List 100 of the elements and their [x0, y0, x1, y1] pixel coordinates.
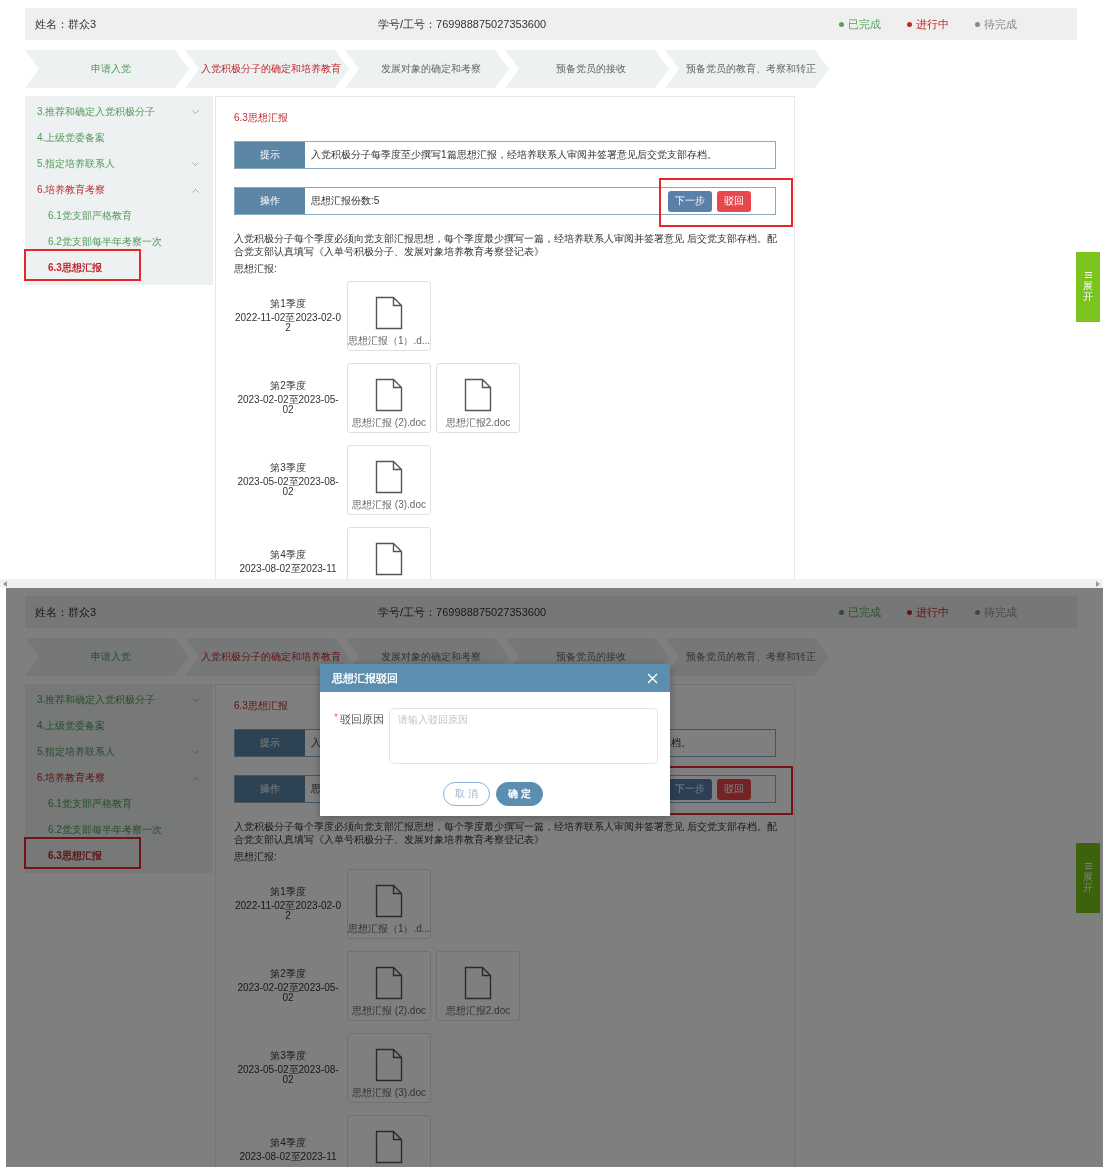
right-arrow-icon: [1096, 580, 1100, 587]
sidebar-subitem[interactable]: 6.3思想汇报: [25, 255, 213, 281]
sidebar-item[interactable]: 4.上级党委备案: [25, 125, 213, 151]
legend-label: 已完成: [848, 16, 881, 32]
quarter-name: 第4季度: [270, 1138, 306, 1148]
legend-label: 进行中: [916, 604, 949, 620]
reports-label: 思想汇报:: [234, 850, 278, 864]
file-card[interactable]: 思想汇报 (3).doc: [347, 1033, 431, 1103]
quarter-name: 第4季度: [270, 550, 306, 560]
left-arrow-icon: [3, 580, 7, 587]
sidebar-subitem[interactable]: 6.1党支部严格教育: [25, 203, 213, 229]
file-card[interactable]: 思想汇报 (2).doc: [347, 363, 431, 433]
reject-button[interactable]: 驳回: [717, 190, 751, 212]
progress-step[interactable]: 入党积极分子的确定和培养教育: [185, 50, 349, 88]
document-icon: [375, 378, 403, 412]
document-icon: [375, 460, 403, 494]
student-name: 姓名：群众3: [35, 16, 98, 32]
file-name: 思想汇报2.doc: [445, 416, 511, 430]
quarter-range: 2023-02-02至2023-05-02: [236, 983, 340, 1003]
hint-label: 提示: [235, 142, 305, 168]
file-name: 思想汇报 (2).doc: [352, 1004, 426, 1018]
legend-label: 待完成: [984, 16, 1017, 32]
expand-tab[interactable]: 展开: [1076, 252, 1100, 322]
file-card[interactable]: 思想汇报 (3).doc: [347, 445, 431, 515]
document-icon: [464, 378, 492, 412]
quarter-range: 2023-08-02至2023-11: [238, 1152, 338, 1162]
chevron-icon: [192, 187, 199, 193]
sidebar-item[interactable]: 5.指定培养联系人: [25, 739, 213, 765]
file-name: 思想汇报（1）.d...: [347, 922, 431, 936]
quarter-range: 2023-05-02至2023-08-02: [236, 1065, 340, 1085]
reports-label: 思想汇报:: [234, 262, 278, 276]
hint-text: 入: [311, 736, 321, 750]
student-name: 姓名：群众3: [35, 604, 98, 620]
document-icon: [375, 884, 403, 918]
document-icon: [375, 1130, 403, 1164]
file-name: 思想汇报 (3).doc: [352, 498, 426, 512]
progress-step[interactable]: 预备党员的教育、考察和转正: [665, 50, 829, 88]
quarter-range: 2023-02-02至2023-05-02: [236, 395, 340, 415]
progress-step[interactable]: 申请入党: [25, 638, 189, 676]
report-count: 思: [311, 782, 321, 796]
document-icon: [375, 966, 403, 1000]
document-icon: [375, 296, 403, 330]
operation-label: 操作: [235, 188, 305, 214]
file-card[interactable]: 思想汇报（1）.d...: [347, 869, 431, 939]
sidebar-item[interactable]: 3.推荐和确定入党积极分子: [25, 687, 213, 713]
required-mark: *: [334, 712, 338, 725]
next-button[interactable]: 下一步: [668, 190, 712, 212]
file-card[interactable]: [347, 1115, 431, 1167]
operation-label: 操作: [235, 776, 305, 802]
confirm-button[interactable]: 确 定: [496, 782, 543, 806]
progress-step[interactable]: 申请入党: [25, 50, 189, 88]
quarter-range: 2023-08-02至2023-11: [238, 564, 338, 574]
cancel-button[interactable]: 取 消: [443, 782, 490, 806]
chevron-icon: [192, 161, 199, 167]
legend-label: 进行中: [916, 16, 949, 32]
horizontal-scrollbar[interactable]: [0, 579, 1103, 588]
legend-label: 已完成: [848, 604, 881, 620]
quarter-range: 2023-05-02至2023-08-02: [236, 477, 340, 497]
quarter-name: 第1季度: [270, 299, 306, 309]
sidebar-item[interactable]: 6.培养教育考察: [25, 177, 213, 203]
quarter-name: 第3季度: [270, 463, 306, 473]
quarter-name: 第2季度: [270, 969, 306, 979]
hint-text: 入党积极分子每季度至少撰写1篇思想汇报，经培养联系人审阅并签署意见后交党支部存档。: [311, 148, 717, 162]
reject-button[interactable]: 驳回: [717, 778, 751, 800]
file-name: 思想汇报（1）.d...: [347, 334, 431, 348]
section-title: 6.3思想汇报: [234, 111, 288, 125]
chevron-icon: [192, 775, 199, 781]
progress-step[interactable]: 预备党员的接收: [505, 50, 669, 88]
quarter-name: 第3季度: [270, 1051, 306, 1061]
document-icon: [464, 966, 492, 1000]
file-card[interactable]: 思想汇报2.doc: [436, 951, 520, 1021]
document-icon: [375, 1048, 403, 1082]
file-card[interactable]: 思想汇报（1）.d...: [347, 281, 431, 351]
quarter-range: 2022-11-02至2023-02-02: [235, 901, 341, 921]
sidebar-item[interactable]: 5.指定培养联系人: [25, 151, 213, 177]
section-title: 6.3思想汇报: [234, 699, 288, 713]
quarter-name: 第2季度: [270, 381, 306, 391]
chevron-icon: [192, 109, 199, 115]
report-count: 思想汇报份数:5: [311, 194, 381, 208]
quarter-range: 2022-11-02至2023-02-02: [235, 313, 341, 333]
file-name: 思想汇报 (3).doc: [352, 1086, 426, 1100]
hint-text: 档。: [671, 736, 691, 750]
quarter-name: 第1季度: [270, 887, 306, 897]
menu-icon: [1084, 863, 1092, 869]
file-card[interactable]: 思想汇报2.doc: [436, 363, 520, 433]
file-card[interactable]: 思想汇报 (2).doc: [347, 951, 431, 1021]
close-icon[interactable]: [647, 672, 658, 684]
sidebar-item[interactable]: 3.推荐和确定入党积极分子: [25, 99, 213, 125]
sidebar-item[interactable]: 6.培养教育考察: [25, 765, 213, 791]
sidebar-subitem[interactable]: 6.3思想汇报: [25, 843, 213, 869]
progress-step[interactable]: 发展对象的确定和考察: [345, 50, 509, 88]
hint-label: 提示: [235, 730, 305, 756]
student-id: 学号/工号：769988875027353600: [378, 604, 548, 620]
sidebar-subitem[interactable]: 6.1党支部严格教育: [25, 791, 213, 817]
expand-tab[interactable]: 展开: [1076, 843, 1100, 913]
student-id: 学号/工号：769988875027353600: [378, 16, 548, 32]
sidebar-subitem[interactable]: 6.2党支部每半年考察一次: [25, 229, 213, 255]
file-name: 思想汇报 (2).doc: [352, 416, 426, 430]
file-name: 思想汇报2.doc: [445, 1004, 511, 1018]
document-icon: [375, 542, 403, 576]
